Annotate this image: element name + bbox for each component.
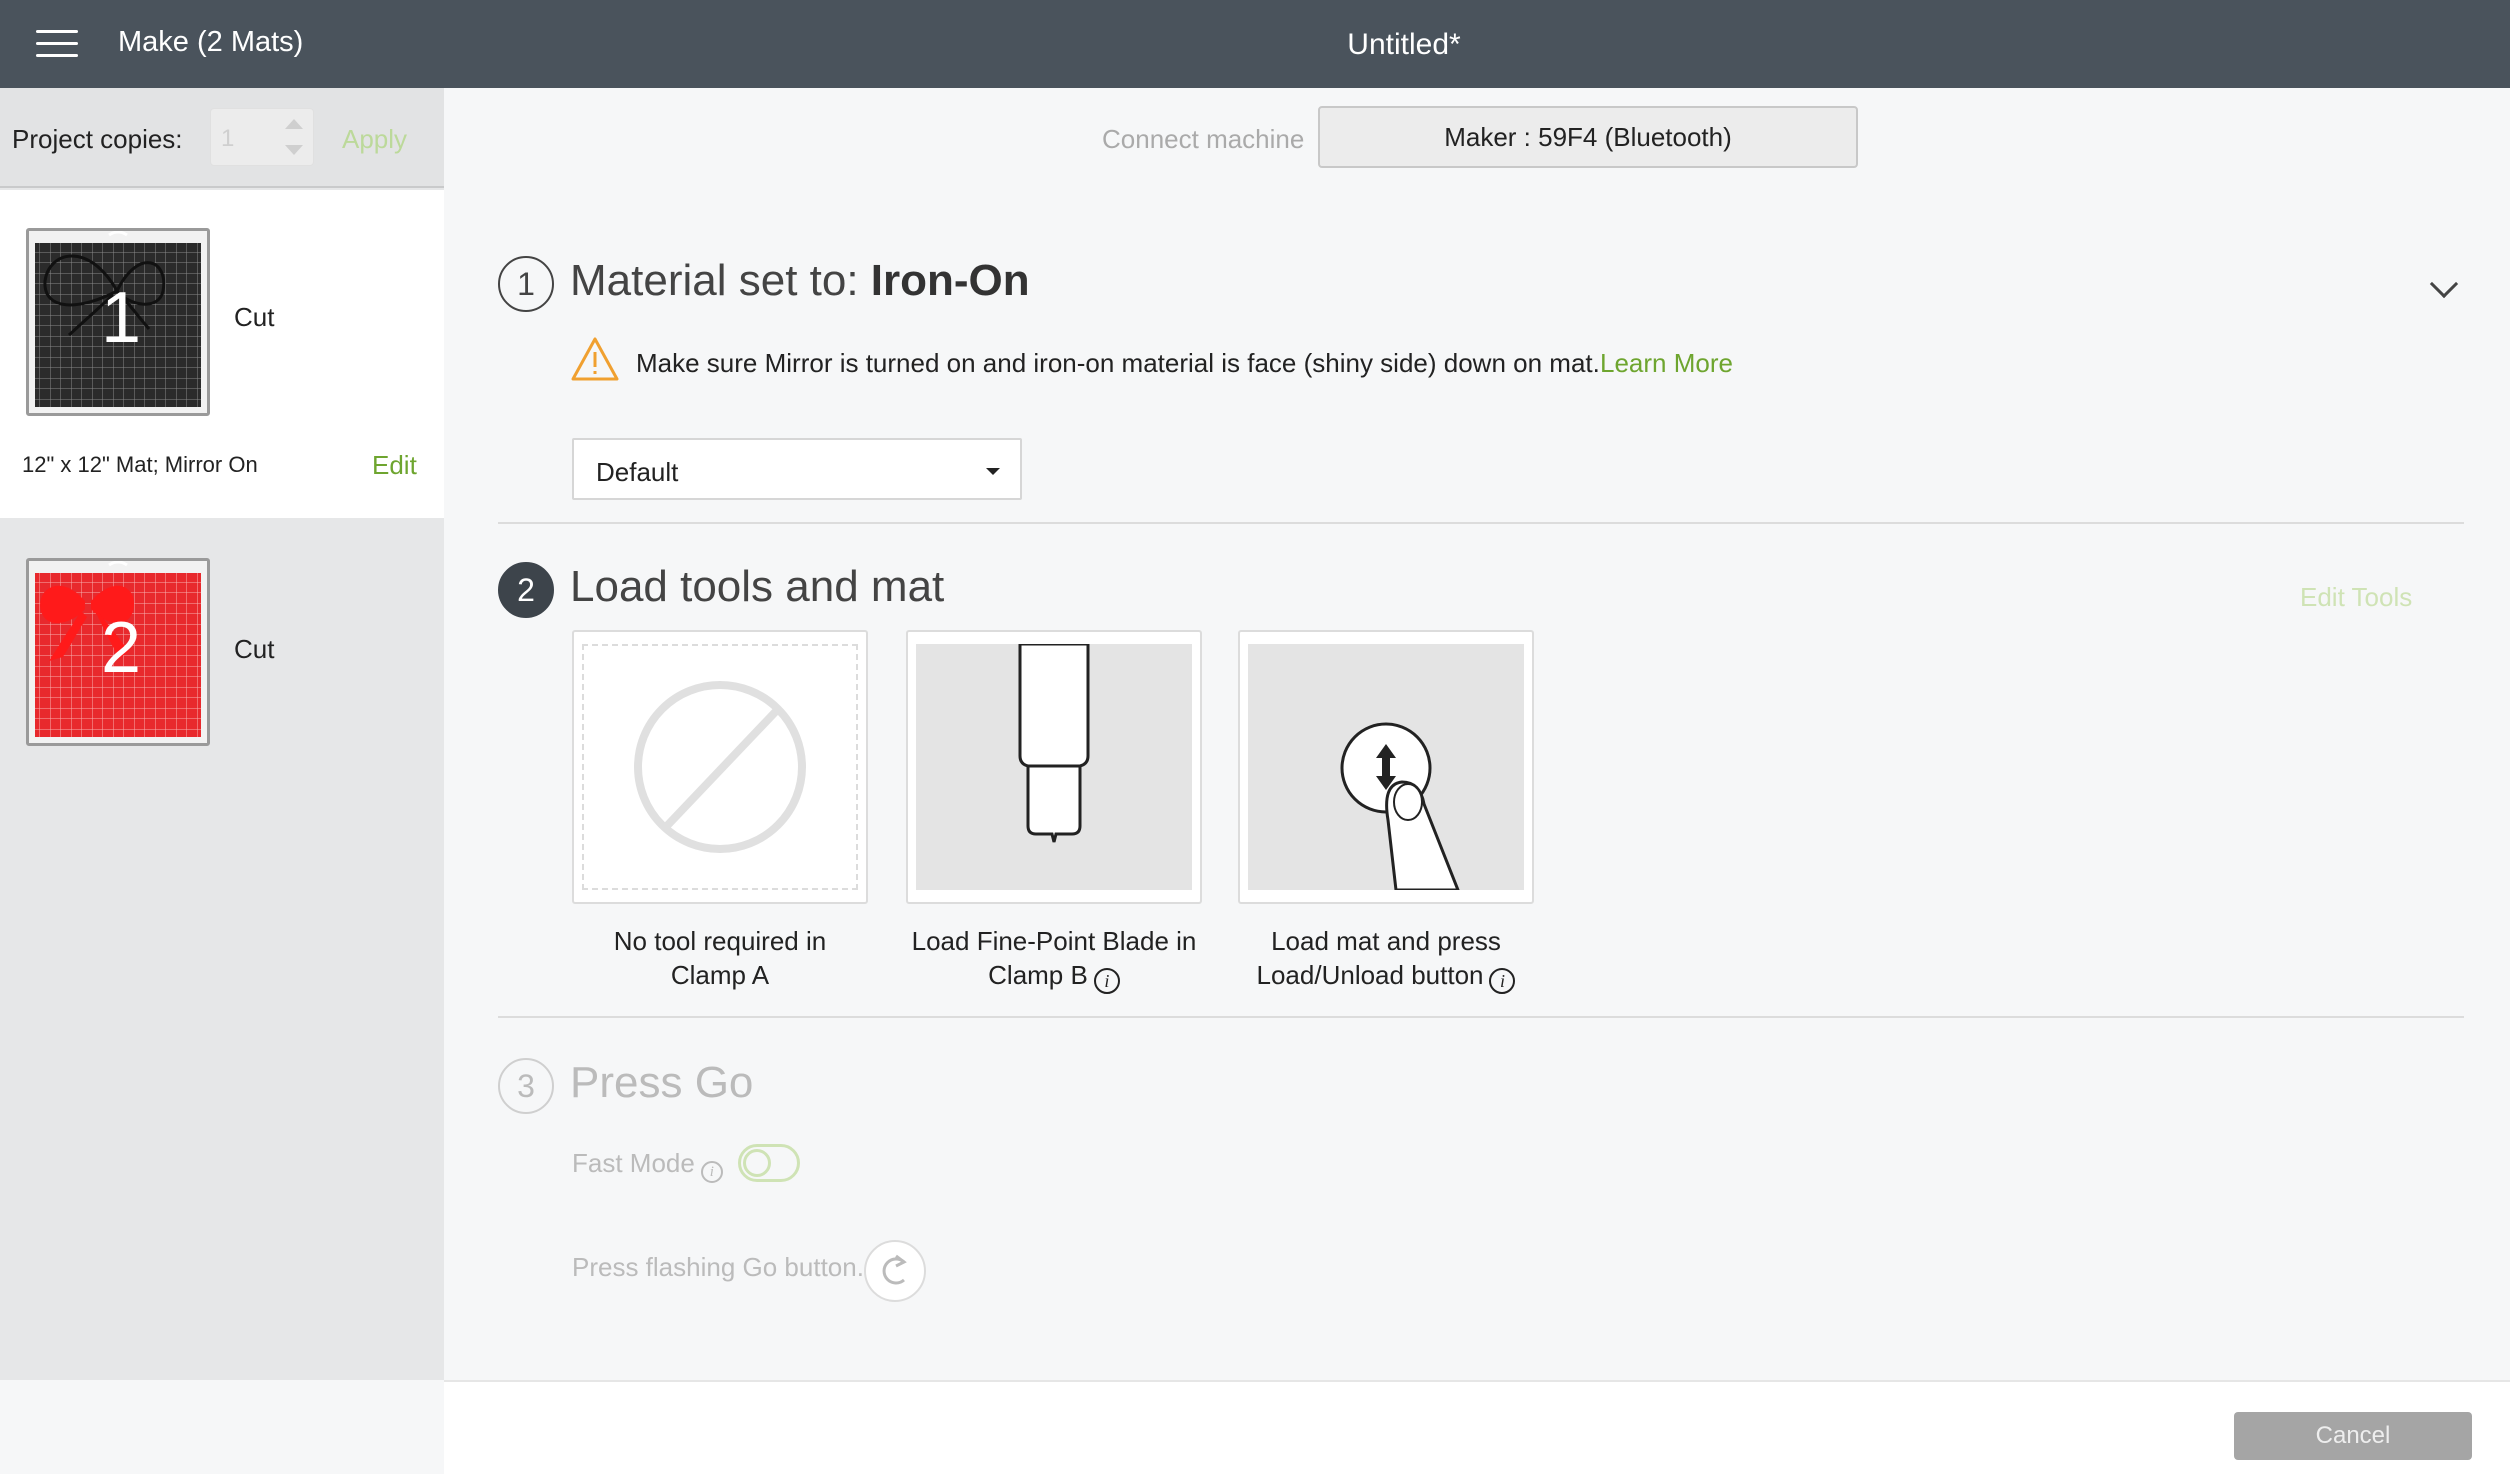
info-icon[interactable]: i xyxy=(1489,968,1516,994)
fine-point-blade-icon xyxy=(1018,642,1090,843)
section-divider xyxy=(498,522,2464,524)
chevron-down-icon[interactable] xyxy=(2429,269,2459,299)
clamp-a-card xyxy=(572,630,868,904)
fast-mode-label: Fast Mode i xyxy=(572,1148,723,1183)
apply-button[interactable]: Apply xyxy=(342,124,407,155)
step-1-title: Material set to: Iron-On xyxy=(570,256,1030,306)
material-set-prefix: Material set to: xyxy=(570,256,871,305)
mat-1-action: Cut xyxy=(234,302,275,332)
project-copies-label: Project copies: xyxy=(12,124,183,154)
load-mat-card xyxy=(1238,630,1534,904)
mat-2-action: Cut xyxy=(234,634,275,664)
mats-sidebar: Project copies: 1 Apply 1 Cut 12" x 12" … xyxy=(0,88,444,1474)
mat-1-edit-link[interactable]: Edit xyxy=(372,450,417,481)
cancel-button[interactable]: Cancel xyxy=(2234,1412,2472,1460)
mat-1-thumbnail[interactable]: 1 xyxy=(26,228,210,416)
fast-mode-toggle[interactable] xyxy=(738,1144,800,1182)
go-button-icon xyxy=(864,1240,926,1302)
mat-1-info: 12" x 12" Mat; Mirror On xyxy=(22,452,258,477)
load-unload-button-icon xyxy=(1340,722,1461,892)
load-mat-image xyxy=(1248,644,1524,892)
warning-icon xyxy=(571,337,619,381)
press-go-label: Press flashing Go button. xyxy=(572,1252,864,1282)
caret-down-icon xyxy=(986,468,1000,475)
step-3-number: 3 xyxy=(498,1058,554,1114)
sidebar-bottom xyxy=(0,1380,444,1474)
project-copies-value: 1 xyxy=(221,125,235,152)
clamp-b-image xyxy=(916,642,1192,890)
mat-2-number: 2 xyxy=(100,608,142,688)
clamp-b-card xyxy=(906,630,1202,904)
mat-1-number: 1 xyxy=(100,278,142,358)
step-2-number: 2 xyxy=(498,562,554,618)
clamp-a-caption: No tool required in Clamp A xyxy=(613,926,827,990)
increment-arrow-icon[interactable] xyxy=(285,119,303,129)
project-copies-input[interactable]: 1 xyxy=(210,108,314,166)
material-name: Iron-On xyxy=(870,256,1030,305)
load-mat-caption: Load mat and press Load/Unload button i xyxy=(1226,924,1546,994)
step-1-number: 1 xyxy=(498,256,554,312)
no-tool-icon xyxy=(634,681,806,853)
step-3-title: Press Go xyxy=(570,1058,754,1107)
section-divider xyxy=(498,1016,2464,1018)
edit-tools-link[interactable]: Edit Tools xyxy=(2300,582,2412,613)
mat-2-thumbnail[interactable]: 2 xyxy=(26,558,210,746)
top-bar: Make (2 Mats) Untitled* xyxy=(0,0,2510,88)
clamp-a-image xyxy=(582,644,858,890)
machine-select-button[interactable]: Maker : 59F4 (Bluetooth) xyxy=(1318,106,1858,168)
footer-bar: Cancel xyxy=(444,1380,2510,1474)
step-2-title: Load tools and mat xyxy=(570,562,945,611)
info-icon[interactable]: i xyxy=(1093,968,1120,994)
toggle-knob xyxy=(743,1149,771,1177)
mirror-warning-text: Make sure Mirror is turned on and iron-o… xyxy=(636,348,1600,378)
make-main-panel: Connect machine Maker : 59F4 (Bluetooth)… xyxy=(444,88,2510,1380)
info-icon[interactable]: i xyxy=(700,1161,723,1183)
connect-machine-label: Connect machine xyxy=(1102,124,1305,154)
clamp-b-caption: Load Fine-Point Blade in Clamp Bi xyxy=(894,924,1214,994)
project-copies-bar: Project copies: 1 Apply xyxy=(0,88,444,188)
mat-card-1[interactable]: 1 Cut 12" x 12" Mat; Mirror On Edit xyxy=(0,190,444,518)
document-title: Untitled* xyxy=(1347,28,1461,61)
pressure-value: Default xyxy=(596,457,679,487)
pressure-select[interactable]: Default xyxy=(572,438,1022,500)
decrement-arrow-icon[interactable] xyxy=(285,145,303,155)
learn-more-link[interactable]: Learn More xyxy=(1600,348,1733,379)
